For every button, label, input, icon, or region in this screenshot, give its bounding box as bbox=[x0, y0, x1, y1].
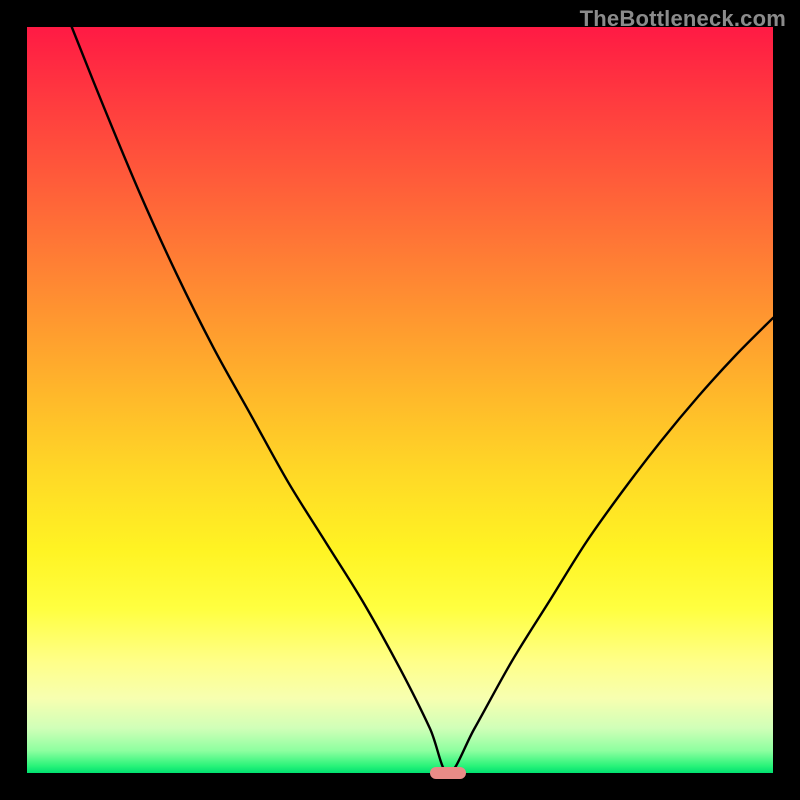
optimum-marker bbox=[430, 767, 466, 779]
bottleneck-curve bbox=[27, 27, 773, 773]
watermark-text: TheBottleneck.com bbox=[580, 6, 786, 32]
chart-plot-area bbox=[27, 27, 773, 773]
